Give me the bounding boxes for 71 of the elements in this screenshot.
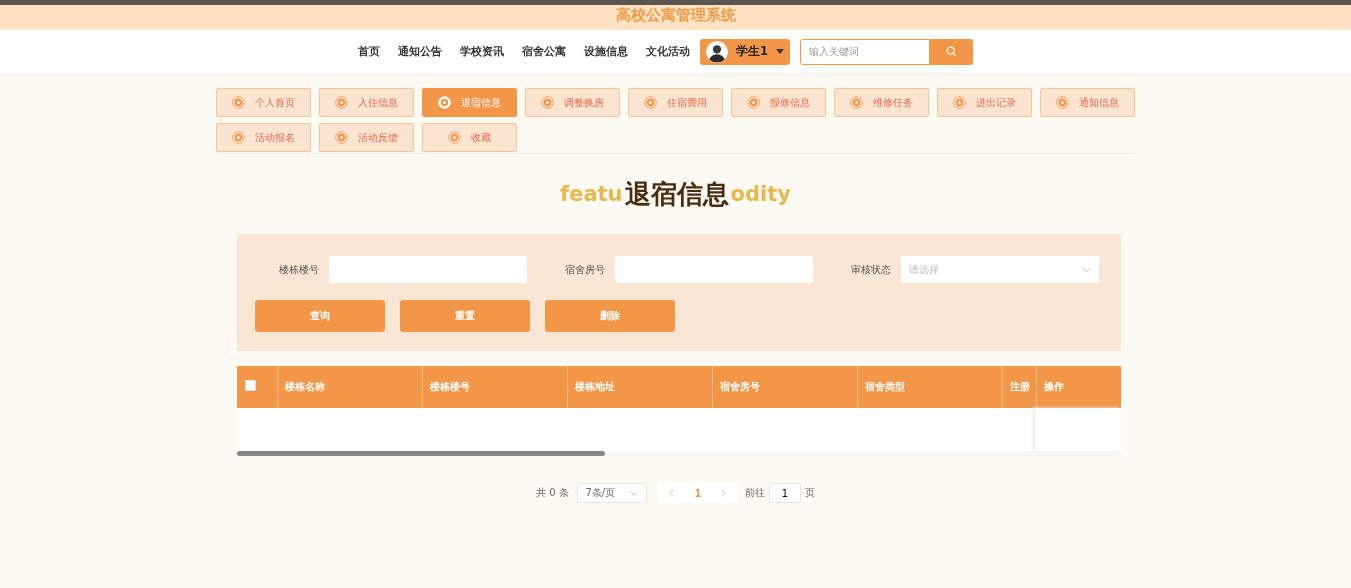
filter-label: 宿舍房号 [564,262,605,277]
action-button[interactable]: 查询 [255,300,385,332]
page-number-field[interactable]: 1 [768,483,801,503]
nav-link[interactable]: 通知公告 [398,44,442,59]
column-header: 操作 [1036,366,1122,408]
search-icon [946,46,957,57]
background-title-text: featu [560,182,623,206]
select-field[interactable]: 请选择 [901,256,1099,283]
star-circle-icon [953,96,966,109]
background-title-text: odity [730,182,791,206]
tab[interactable]: 入住信息 [319,88,414,117]
page-button[interactable]: 1 [684,483,711,503]
nav-link[interactable]: 宿舍公寓 [522,44,566,59]
site-title: 高校公寓管理系统 [615,5,736,26]
tab[interactable]: 进出记录 [937,88,1032,117]
action-button[interactable]: 重置 [400,300,530,332]
tab[interactable]: 活动反馈 [319,123,414,152]
caret-icon [776,49,784,54]
avatar-icon [706,40,728,63]
star-circle-icon [438,96,451,109]
tab[interactable]: 通知信息 [1040,88,1135,117]
tab[interactable]: 收藏 [422,123,517,152]
goto-label: 前往 [744,486,765,500]
star-circle-icon [747,96,760,109]
text-field[interactable] [329,256,527,283]
page-suffix: 页 [804,486,815,500]
tab[interactable]: 报修信息 [731,88,826,117]
column-header: 楼栋名称 [277,366,422,408]
star-circle-icon [644,96,657,109]
star-circle-icon [335,96,348,109]
filter-label: 审核状态 [850,262,891,277]
page-title: 退宿信息 [624,177,729,211]
column-header: 楼栋楼号 [422,366,567,408]
action-button[interactable]: 删除 [545,300,675,332]
scrollbar-thumb[interactable] [237,451,605,456]
column-header: 宿舍房号 [712,366,857,408]
page-size-select[interactable]: 7条/页 [576,483,647,503]
tab[interactable]: 维修任务 [834,88,929,117]
star-circle-icon [448,131,461,144]
nav-link[interactable]: 学校资讯 [460,44,504,59]
search-field[interactable]: 输入关键词 [800,38,930,65]
tab[interactable]: 退宿信息 [422,88,517,117]
star-circle-icon [1056,96,1069,109]
text-field[interactable] [615,256,813,283]
next-page-button[interactable] [710,483,737,503]
star-circle-icon [232,96,245,109]
filter-label: 楼栋楼号 [278,262,319,277]
chevron-left-icon [669,488,675,497]
user-menu[interactable]: 学生1 [700,38,790,65]
star-circle-icon [335,131,348,144]
chevron-down-icon [630,490,639,496]
nav-link[interactable]: 文化活动 [646,44,690,59]
tab[interactable]: 个人首页 [216,88,311,117]
tab[interactable]: 调整换房 [525,88,620,117]
user-name: 学生1 [736,44,768,59]
star-circle-icon [541,96,554,109]
checkbox[interactable] [245,380,256,391]
column-header: 宿舍类型 [857,366,1002,408]
chevron-down-icon [1082,266,1091,273]
star-circle-icon [850,96,863,109]
star-circle-icon [232,131,245,144]
previous-page-button[interactable] [658,483,685,503]
search-button[interactable] [930,38,973,65]
column-header: 楼栋地址 [567,366,712,408]
total-count: 共 0 条 [536,486,569,500]
tab[interactable]: 活动报名 [216,123,311,152]
chevron-right-icon [721,488,727,497]
tab[interactable]: 住宿费用 [628,88,723,117]
nav-link[interactable]: 设施信息 [584,44,628,59]
nav-link[interactable]: 首页 [358,44,380,59]
column-header: 注册 [1002,366,1036,408]
